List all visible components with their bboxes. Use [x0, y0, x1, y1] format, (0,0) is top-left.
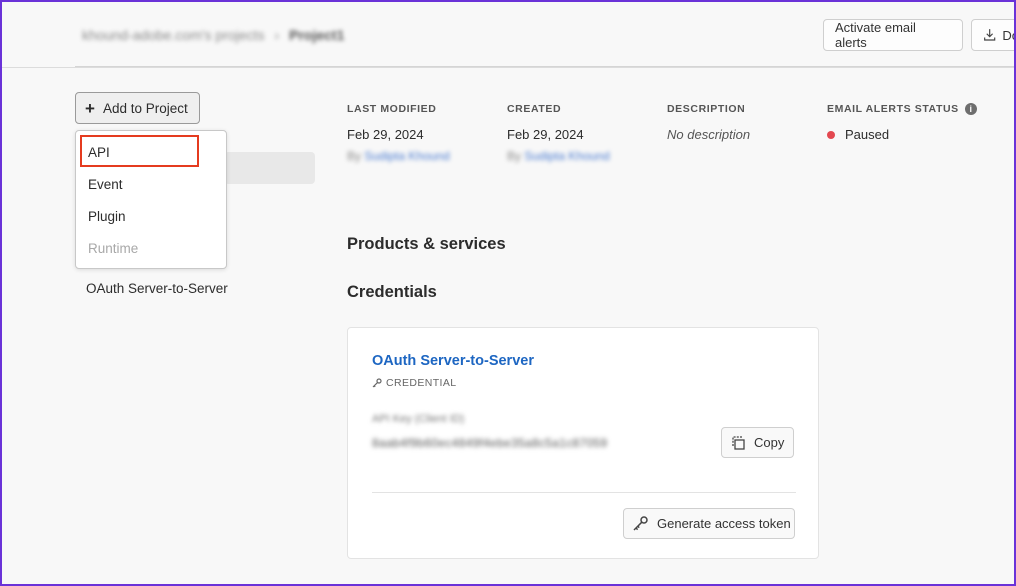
created-by: By Sudipta Khound: [507, 149, 610, 163]
api-key-label: API Key (Client ID): [372, 413, 465, 425]
copy-label: Copy: [754, 435, 785, 450]
plus-icon: +: [85, 98, 95, 118]
sidebar-selected-item[interactable]: [224, 152, 315, 184]
email-alerts-status-label-text: EMAIL ALERTS STATUS: [827, 103, 959, 115]
add-to-project-button[interactable]: + Add to Project: [75, 92, 200, 124]
status-dot-icon: [827, 130, 835, 139]
download-label: Do: [1002, 27, 1016, 43]
info-icon[interactable]: i: [964, 103, 977, 115]
generate-access-token-label: Generate access token: [657, 516, 791, 531]
credential-subtitle: CREDENTIAL: [372, 377, 457, 389]
created-value: Feb 29, 2024: [507, 127, 584, 142]
created-label-text: CREATED: [507, 103, 562, 115]
credential-subtitle-text: CREDENTIAL: [386, 377, 457, 389]
last-modified-by-prefix: By: [347, 149, 362, 163]
copy-button[interactable]: Copy: [721, 427, 794, 458]
sidebar-item-oauth-server-to-server[interactable]: OAuth Server-to-Server: [86, 281, 228, 296]
last-modified-by: By Sudipta Khound: [347, 149, 450, 163]
credential-title-link[interactable]: OAuth Server-to-Server: [372, 353, 534, 369]
key-icon: [633, 516, 648, 531]
add-to-project-label: Add to Project: [102, 100, 188, 116]
last-modified-by-user-link[interactable]: Sudipta Khound: [364, 149, 449, 163]
header-divider: [75, 66, 1016, 67]
activate-email-alerts-label: Activate email alerts: [835, 20, 916, 50]
email-alerts-status-label: EMAIL ALERTS STATUS i: [827, 103, 977, 115]
last-modified-label: LAST MODIFIED: [347, 103, 436, 115]
created-by-prefix: By: [507, 149, 522, 163]
breadcrumb-separator: ›: [274, 27, 280, 43]
card-divider: [372, 492, 796, 493]
credential-card: OAuth Server-to-Server CREDENTIAL API Ke…: [347, 327, 819, 559]
last-modified-label-text: LAST MODIFIED: [347, 103, 437, 115]
breadcrumb: khound-adobe.com's projects › Project1: [82, 27, 344, 43]
description-value: No description: [667, 127, 751, 142]
created-by-user-link[interactable]: Sudipta Khound: [524, 149, 609, 163]
activate-email-alerts-button[interactable]: Activate email alerts: [823, 19, 963, 51]
annotation-highlight-box: [80, 135, 199, 167]
menu-item-plugin[interactable]: Plugin: [88, 209, 126, 224]
copy-icon: [732, 435, 745, 450]
email-alerts-status-text: Paused: [845, 127, 890, 142]
breadcrumb-current: Project1: [289, 27, 345, 43]
key-icon: [372, 378, 382, 388]
menu-item-event[interactable]: Event: [88, 177, 123, 192]
email-alerts-status-value: Paused: [827, 127, 889, 142]
api-key-value: 8aab4f9b60ec4849f4ebe35a8c5a1c87059: [372, 436, 608, 450]
created-label: CREATED: [507, 103, 561, 115]
last-modified-value: Feb 29, 2024: [347, 127, 424, 142]
products-services-heading: Products & services: [347, 235, 506, 253]
menu-item-runtime: Runtime: [88, 241, 139, 256]
download-button[interactable]: Do: [971, 19, 1016, 51]
description-label-text: DESCRIPTION: [667, 103, 746, 115]
description-label: DESCRIPTION: [667, 103, 745, 115]
credentials-heading: Credentials: [347, 283, 437, 301]
breadcrumb-parent-link[interactable]: khound-adobe.com's projects: [82, 27, 264, 43]
download-icon: [984, 29, 996, 41]
generate-access-token-button[interactable]: Generate access token: [623, 508, 795, 539]
